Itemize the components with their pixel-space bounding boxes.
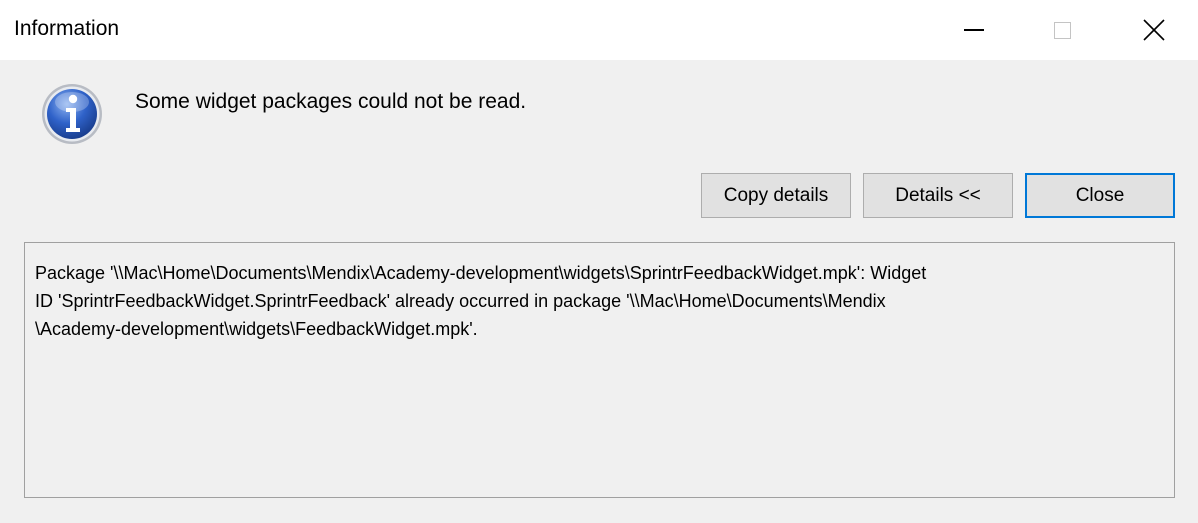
maximize-button[interactable] bbox=[1032, 0, 1092, 60]
information-dialog: Information Some widget packages could n… bbox=[0, 0, 1198, 523]
close-icon bbox=[1143, 19, 1165, 41]
info-icon bbox=[42, 84, 102, 144]
minimize-icon bbox=[964, 29, 984, 31]
title-bar[interactable]: Information bbox=[0, 0, 1198, 60]
details-textbox[interactable]: Package '\\Mac\Home\Documents\Mendix\Aca… bbox=[24, 242, 1175, 498]
minimize-button[interactable] bbox=[944, 0, 1004, 60]
dialog-message: Some widget packages could not be read. bbox=[135, 90, 527, 113]
details-toggle-button[interactable]: Details << bbox=[863, 173, 1013, 218]
copy-details-button[interactable]: Copy details bbox=[701, 173, 851, 218]
window-title: Information bbox=[14, 17, 120, 40]
maximize-icon bbox=[1053, 21, 1071, 39]
close-button[interactable]: Close bbox=[1025, 173, 1175, 218]
window-close-button[interactable] bbox=[1124, 0, 1184, 60]
